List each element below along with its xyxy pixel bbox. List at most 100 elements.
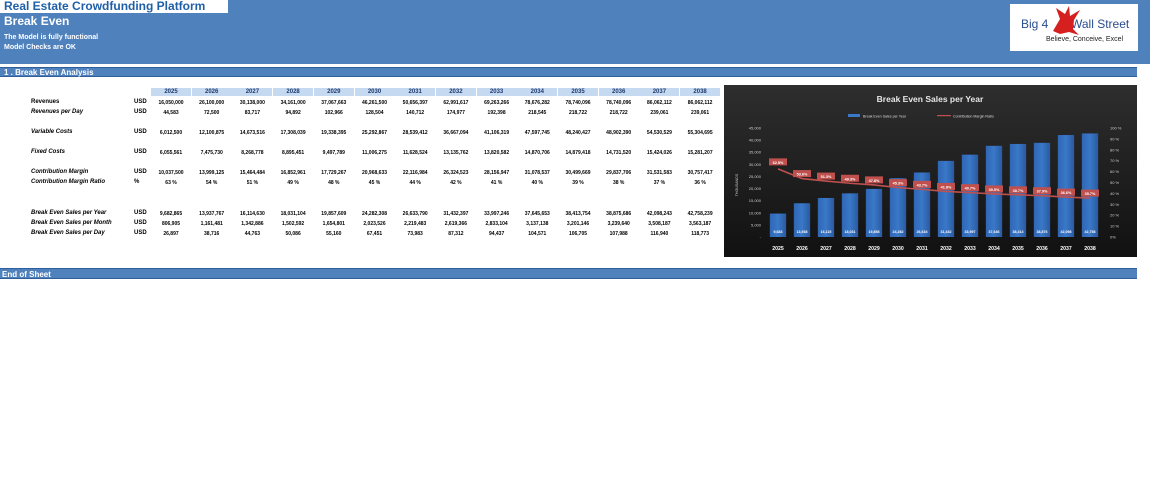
table-cell: 38 %	[612, 180, 625, 186]
bar-break-even-sales	[961, 154, 979, 237]
model-status-line: The Model is fully functional	[4, 34, 99, 41]
row-unit: USD	[134, 230, 147, 236]
legend-label-bars: Break Even Sales per Year	[863, 115, 907, 119]
y2-axis-tick: 80 %	[1110, 147, 1120, 152]
table-cell: 51 %	[246, 180, 259, 186]
table-cell: 13,999,125	[199, 170, 225, 176]
company-logo: Big 4 Wall Street Believe, Conceive, Exc…	[1010, 4, 1138, 51]
table-cell: 26,897	[163, 231, 179, 237]
table-cell: 8,895,451	[281, 150, 305, 156]
table-cell: 3,201,146	[566, 221, 590, 227]
x-axis-tick: 2032	[940, 246, 952, 252]
table-cell: 218,722	[568, 110, 588, 116]
table-cell: 806,905	[161, 221, 181, 227]
table-cell: 44 %	[409, 180, 421, 186]
x-axis-tick: 2025	[772, 246, 784, 252]
table-cell: 16,852,961	[280, 170, 306, 176]
table-cell: 42,758,239	[687, 211, 713, 217]
table-cell: 48,902,390	[606, 130, 632, 136]
page-title: Break Even	[4, 14, 70, 28]
year-header: 2027	[232, 88, 273, 96]
table-cell: 128,504	[365, 110, 384, 116]
line-data-label: 53.6%	[797, 173, 808, 177]
x-axis-tick: 2038	[1084, 246, 1096, 252]
y2-axis-tick: 30 %	[1110, 202, 1120, 207]
legend-swatch-line	[937, 115, 951, 117]
table-cell: 239,061	[650, 110, 669, 116]
table-cell: 26,324,523	[443, 170, 469, 176]
table-cell: 78,676,282	[524, 100, 550, 106]
app-title: Real Estate Crowdfunding Platform	[0, 0, 228, 13]
bar-data-label: 38,414	[1013, 230, 1024, 234]
line-data-label: 37.9%	[1037, 190, 1048, 194]
table-cell: 2,833,104	[485, 221, 508, 227]
table-cell: 41,106,319	[484, 130, 510, 136]
table-cell: 10,037,500	[158, 170, 184, 176]
x-axis-tick: 2035	[1012, 246, 1024, 252]
header-banner: Real Estate Crowdfunding Platform Break …	[0, 0, 1150, 64]
legend-label-line: Contribution Margin Ratio	[953, 115, 994, 119]
table-cell: 2,619,366	[444, 221, 468, 227]
table-cell: 55,160	[326, 231, 342, 237]
table-cell: 67,451	[366, 231, 383, 237]
line-data-label: 35.7%	[1085, 192, 1096, 196]
table-cell: 9,682,865	[159, 211, 183, 217]
table-cell: 69,263,266	[484, 100, 510, 106]
table-cell: 26,100,000	[199, 100, 225, 106]
year-header: 2025	[151, 88, 191, 96]
table-cell: 31,078,537	[524, 170, 550, 176]
table-cell: 218,722	[609, 110, 628, 116]
table-cell: 1,654,801	[322, 221, 345, 227]
table-cell: 41 %	[490, 180, 503, 186]
eagle-icon	[1053, 6, 1080, 35]
table-cell: 94,437	[488, 231, 505, 237]
row-unit: %	[134, 179, 140, 185]
row-unit: USD	[134, 149, 147, 155]
table-cell: 3,137,138	[526, 221, 549, 227]
row-label: Break Even Sales per Year	[31, 210, 107, 216]
table-cell: 36 %	[694, 180, 706, 186]
y-axis-label: THOUSANDS	[735, 173, 739, 196]
table-cell: 1,161,481	[200, 221, 223, 227]
table-cell: 40 %	[531, 180, 543, 186]
bar-data-label: 13,938	[797, 230, 808, 234]
table-cell: 239,061	[691, 110, 710, 116]
table-cell: 44,763	[244, 231, 261, 237]
table-cell: 31,531,583	[646, 170, 672, 176]
row-label: Variable Costs	[31, 129, 73, 135]
table-cell: 62,991,617	[443, 100, 469, 106]
table-cell: 18,031,104	[280, 211, 306, 217]
bar-data-label: 42,098	[1061, 230, 1072, 234]
year-header: 2034	[517, 88, 558, 96]
table-cell: 28,156,947	[484, 170, 510, 176]
table-cell: 83,717	[244, 110, 261, 116]
table-cell: 55,304,695	[687, 130, 713, 136]
logo-tagline: Believe, Conceive, Excel	[1046, 36, 1124, 43]
table-cell: 17,308,039	[280, 130, 306, 136]
row-label: Break Even Sales per Day	[31, 230, 105, 236]
x-axis-tick: 2034	[988, 246, 1000, 252]
year-header: 2033	[476, 88, 517, 96]
table-cell: 86,062,112	[647, 100, 672, 106]
table-cell: 19,857,609	[321, 211, 347, 217]
table-cell: 25,292,867	[361, 130, 388, 136]
line-data-label: 38.7%	[1013, 189, 1024, 193]
table-cell: 48,240,427	[565, 130, 591, 136]
table-cell: 44,583	[163, 110, 179, 116]
table-cell: 2,023,526	[363, 221, 386, 227]
x-axis-tick: 2031	[916, 246, 928, 252]
table-cell: 8,268,778	[241, 150, 264, 156]
table-cell: 49 %	[287, 180, 299, 186]
bar-data-label: 18,031	[845, 230, 856, 234]
break-even-chart: Break Even Sales per Year Break Even Sale…	[724, 85, 1137, 257]
bar-data-label: 37,646	[989, 230, 1000, 234]
table-cell: 140,712	[406, 110, 425, 116]
table-cell: 15,424,026	[646, 150, 672, 156]
line-data-label: 39.5%	[989, 188, 1000, 192]
line-data-label: 45.3%	[893, 182, 904, 186]
table-cell: 36,667,094	[443, 130, 469, 136]
table-cell: 1,502,592	[281, 221, 305, 227]
year-header: 2036	[598, 88, 639, 96]
table-cell: 63 %	[165, 180, 177, 186]
bar-data-label: 24,282	[893, 230, 904, 234]
